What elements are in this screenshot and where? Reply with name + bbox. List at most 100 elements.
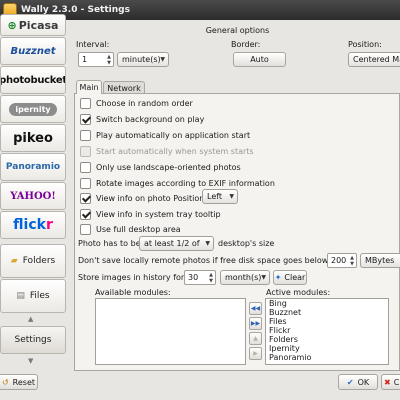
checkbox-random-order[interactable] [80,97,91,109]
border-label: Border: [231,40,261,49]
file-icon: ▤ [16,291,25,301]
option-landscape-only-label: Only use landscape-oriented photos [96,162,241,172]
files-label: Files [29,291,50,301]
panoramio-logo: Panoramio [5,162,61,172]
option-full-desktop-label: Use full desktop area [96,224,181,234]
list-item[interactable]: Folders [266,335,388,344]
disk-space-unit-value: MBytes [365,256,395,265]
interval-value: 1 [82,55,88,64]
chevron-down-icon: ▼ [261,274,266,281]
sidebar-item-yahoo[interactable]: YAHOO! [0,182,66,210]
sidebar-item-folders[interactable]: ▰ Folders [0,244,66,278]
interval-spinbox[interactable]: 1 ▲ ▼ [78,52,114,67]
sidebar-item-files[interactable]: ▤ Files [0,279,66,313]
available-modules-label: Available modules: [95,288,171,297]
interval-unit-select[interactable]: minute(s) ▼ [117,52,169,67]
option-play-on-start[interactable]: Play automatically on application start [80,129,250,141]
yahoo-logo: YAHOO! [10,190,56,202]
reset-icon: ↺ [1,377,9,387]
check-icon: ✔ [346,377,354,387]
history-spinbox[interactable]: 30 ▲ ▼ [184,270,216,285]
option-full-desktop[interactable]: Use full desktop area [80,223,181,235]
sidebar-item-pikeo[interactable]: pikeo [0,124,66,152]
history-unit-value: month(s) [225,273,262,282]
ok-button[interactable]: ✔ OK [338,374,378,390]
option-random-order[interactable]: Choose in random order [80,97,193,109]
scroll-up-icon[interactable]: ▲ [28,315,33,323]
clear-history-button[interactable]: ✦ Clear [273,270,307,285]
folders-label: Folders [22,256,56,266]
source-sidebar: ⊕ Picasa Buzznet photobucket ipernity pik… [0,14,66,365]
sidebar-item-flickr[interactable]: flickr [0,211,66,239]
option-start-with-system: Start automatically when system starts [80,145,254,157]
scroll-down-icon[interactable]: ▼ [28,357,33,365]
spin-arrows-icon[interactable]: ▲ ▼ [209,272,213,284]
photo-size-prefix: Photo has to be [78,239,141,248]
clear-icon: ✦ [274,273,282,282]
photo-size-value: at least 1/2 of [144,239,200,248]
disk-space-label: Don't save locally remote photos if free… [78,256,329,265]
disk-space-spinbox[interactable]: 200 ▲ ▼ [327,253,357,268]
option-view-info-photo[interactable]: View info on photo Position [80,192,204,204]
option-switch-background[interactable]: Switch background on play [80,113,204,125]
chevron-down-icon: ▼ [205,240,210,247]
cancel-button[interactable]: ✖ C [381,374,400,390]
checkbox-full-desktop[interactable] [80,223,91,235]
checkbox-switch-background[interactable] [80,113,91,125]
interval-unit-value: minute(s) [122,55,161,64]
list-item[interactable]: Panoramio [266,353,388,362]
list-item[interactable]: Files [266,317,388,326]
sidebar-item-buzznet[interactable]: Buzznet [0,37,66,65]
folder-icon: ▰ [10,256,18,266]
list-item[interactable]: Ipernity [266,344,388,353]
info-position-select[interactable]: Left ▼ [202,189,238,204]
option-tray-tooltip[interactable]: View info in system tray tooltip [80,208,221,220]
border-button[interactable]: Auto [233,52,286,67]
list-item[interactable]: Bing [266,299,388,308]
option-tray-tooltip-label: View info in system tray tooltip [96,209,221,219]
sidebar-item-settings[interactable]: Settings [0,326,66,354]
option-view-info-photo-label: View info on photo Position [96,193,205,203]
checkbox-start-with-system [80,145,91,157]
position-select[interactable]: Centered Ma [348,52,400,67]
checkbox-play-on-start[interactable] [80,129,91,141]
list-item[interactable]: Flickr [266,326,388,335]
cancel-label: C [393,377,400,387]
history-label: Store images in history for [78,273,185,282]
checkbox-landscape-only[interactable] [80,161,91,173]
spin-arrows-icon[interactable]: ▲ ▼ [107,54,111,66]
pikeo-logo: pikeo [13,130,53,146]
tab-main[interactable]: Main [76,80,102,94]
position-value: Centered Ma [353,55,400,64]
checkbox-view-info-photo[interactable] [80,192,91,204]
move-up-button[interactable]: ▲ [249,332,262,345]
option-landscape-only[interactable]: Only use landscape-oriented photos [80,161,241,173]
photo-size-select[interactable]: at least 1/2 of ▼ [139,236,214,251]
disk-space-value: 200 [331,256,347,265]
move-down-button[interactable]: ▶ [249,347,262,360]
option-play-on-start-label: Play automatically on application start [96,130,251,140]
active-modules-list[interactable]: Bing Buzznet Files Flickr Folders Iperni… [265,298,389,365]
remove-module-button[interactable]: ▶▶ [249,317,262,330]
sidebar-item-panoramio[interactable]: Panoramio [0,153,66,181]
sidebar-item-ipernity[interactable]: ipernity [0,95,66,123]
option-rotate-exif[interactable]: Rotate images according to EXIF informat… [80,177,275,189]
sidebar-item-picasa[interactable]: ⊕ Picasa [0,14,66,36]
spin-arrows-icon[interactable]: ▲ ▼ [350,255,354,267]
add-module-button[interactable]: ◀◀ [249,302,262,315]
reset-button[interactable]: ↺ Reset [0,374,38,390]
checkbox-rotate-exif[interactable] [80,177,91,189]
position-label: Position: [348,40,382,49]
checkbox-tray-tooltip[interactable] [80,208,91,220]
chevron-down-icon: ▼ [160,56,165,63]
list-item[interactable]: Buzznet [266,308,388,317]
ipernity-logo: ipernity [9,102,57,116]
picasa-logo: Picasa [18,18,59,32]
photobucket-logo: photobucket [0,74,66,86]
sidebar-item-photobucket[interactable]: photobucket [0,66,66,94]
disk-space-unit-select[interactable]: MBytes [360,253,400,268]
available-modules-list[interactable] [95,298,246,365]
history-unit-select[interactable]: month(s) ▼ [220,270,270,285]
info-position-value: Left [207,192,223,201]
chevron-down-icon: ▼ [229,193,234,200]
